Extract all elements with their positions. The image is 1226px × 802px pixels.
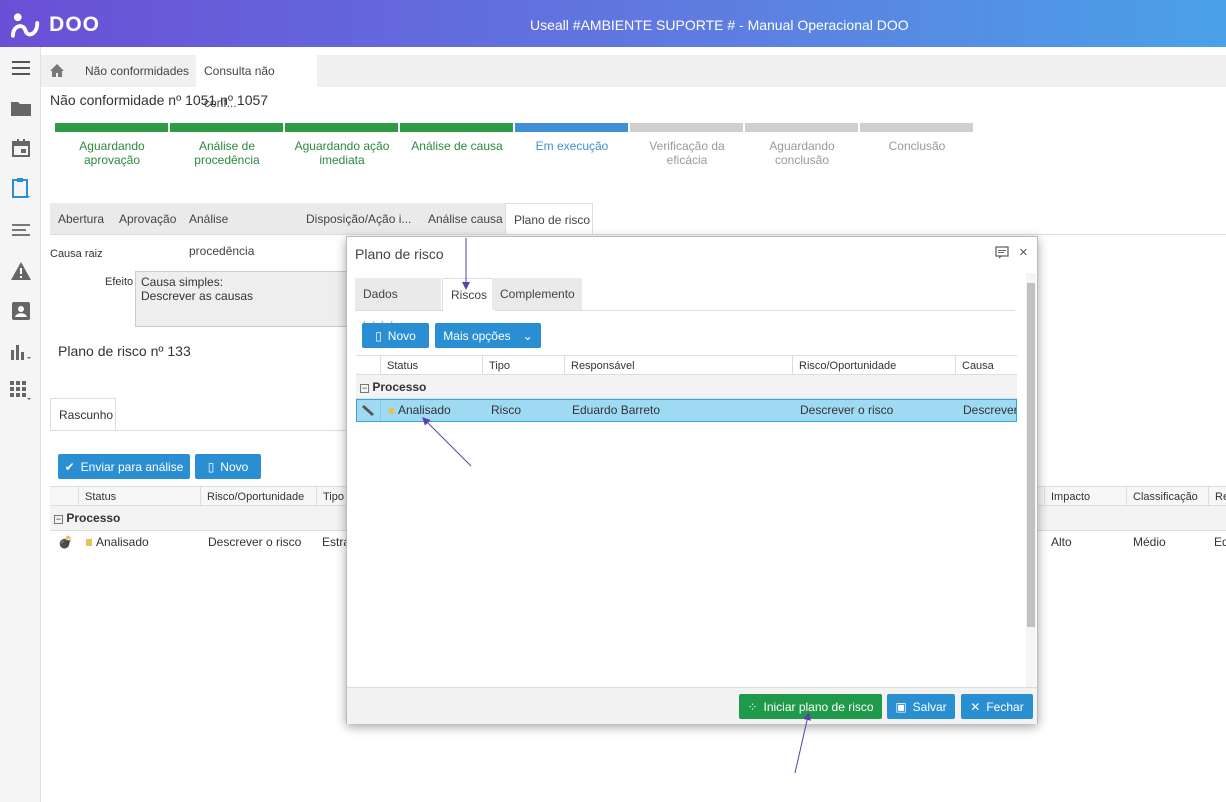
annotation-arrows [422,238,812,774]
arrow-to-iniciar [794,712,812,774]
arrow-to-analisado [422,417,472,467]
